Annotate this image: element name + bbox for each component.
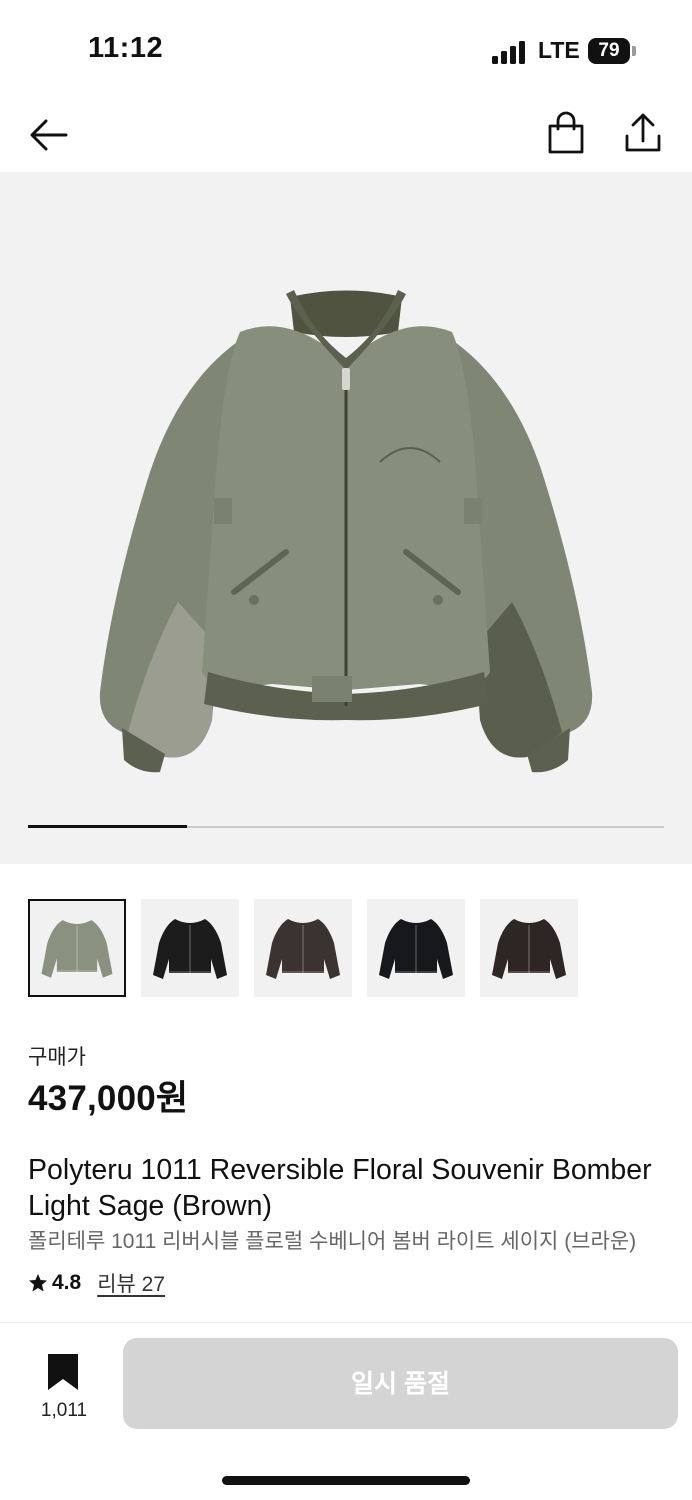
product-detail-page: 11:12 LTE 79 구매가 437,000원 Polyteru 1011 … bbox=[0, 0, 692, 1500]
bookmark-count: 1,011 bbox=[40, 1400, 88, 1421]
product-image-gallery[interactable] bbox=[0, 172, 692, 864]
bottom-divider bbox=[0, 1322, 692, 1323]
cart-button[interactable] bbox=[544, 110, 588, 156]
network-type: LTE bbox=[538, 37, 580, 63]
share-upload-icon bbox=[625, 113, 661, 152]
product-title-en: Polyteru 1011 Reversible Floral Souvenir… bbox=[28, 1154, 652, 1222]
thumbnail-5[interactable] bbox=[480, 899, 578, 997]
arrow-left-icon bbox=[30, 119, 68, 151]
signal-icon bbox=[492, 40, 528, 64]
gallery-progress-fill bbox=[28, 825, 187, 828]
thumbnail-jacket-image bbox=[492, 919, 566, 979]
thumbnail-jacket-image bbox=[41, 920, 113, 978]
rating-row: 4.8 리뷰 27 bbox=[28, 1268, 165, 1298]
shopping-bag-icon bbox=[548, 111, 584, 154]
share-button[interactable] bbox=[622, 110, 664, 156]
thumbnail-jacket-image bbox=[266, 919, 340, 979]
star-icon bbox=[29, 1274, 47, 1292]
gallery-progress-bar bbox=[28, 825, 664, 828]
price-label: 구매가 bbox=[28, 1046, 86, 1069]
thumbnail-4[interactable] bbox=[367, 899, 465, 997]
thumbnail-1[interactable] bbox=[28, 899, 126, 997]
status-bar: 11:12 LTE 79 bbox=[0, 0, 692, 100]
status-time: 11:12 bbox=[88, 32, 164, 64]
battery-icon: 79 bbox=[588, 38, 630, 64]
bookmark-button[interactable]: 1,011 bbox=[28, 1350, 100, 1430]
thumbnail-2[interactable] bbox=[141, 899, 239, 997]
nav-bar bbox=[0, 100, 692, 172]
bookmark-icon bbox=[48, 1354, 78, 1390]
thumbnail-strip bbox=[28, 899, 588, 997]
home-indicator bbox=[222, 1476, 470, 1485]
price-value: 437,000원 bbox=[28, 1079, 189, 1118]
thumbnail-jacket-image bbox=[379, 919, 453, 979]
product-jacket-image bbox=[99, 290, 593, 773]
soldout-button[interactable]: 일시 품절 bbox=[123, 1338, 678, 1429]
battery-cap bbox=[632, 46, 636, 56]
review-link[interactable]: 리뷰 27 bbox=[97, 1268, 165, 1298]
thumbnail-jacket-image bbox=[153, 919, 227, 979]
rating-value: 4.8 bbox=[52, 1271, 82, 1294]
thumbnail-3[interactable] bbox=[254, 899, 352, 997]
back-button[interactable] bbox=[26, 112, 72, 158]
product-title-ko: 폴리테루 1011 리버시블 플로럴 수베니어 봄버 라이트 세이지 (브라운) bbox=[28, 1230, 637, 1253]
